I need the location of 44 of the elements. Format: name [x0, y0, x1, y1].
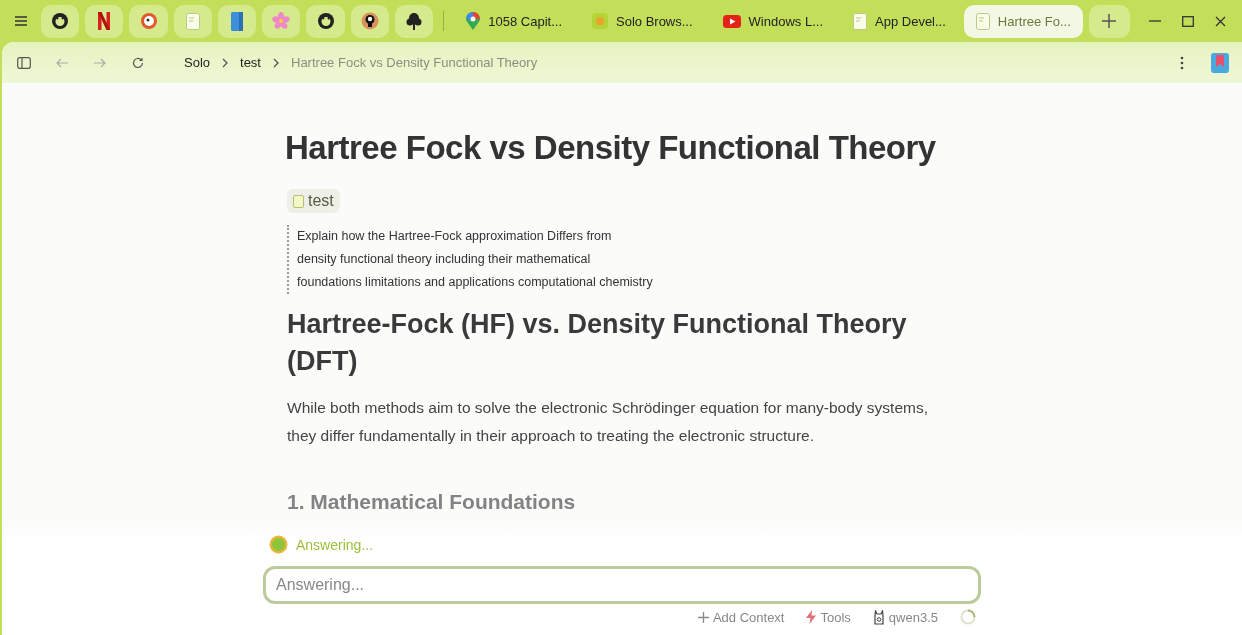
map-pin-icon [466, 12, 481, 30]
lightning-icon [806, 610, 817, 624]
chevron-icon [271, 57, 281, 68]
browser-tab[interactable]: Hartree Fo... [963, 4, 1083, 38]
breadcrumb-link[interactable]: test [240, 55, 261, 70]
status-text: Answering... [296, 536, 374, 553]
pinned-tab[interactable] [395, 4, 434, 38]
play-icon [722, 14, 741, 28]
body-text: they differ fundamentally in their approach to treating the electronic structure. [287, 426, 815, 446]
new-tab-button[interactable] [1088, 4, 1130, 38]
composer-action[interactable]: Add Context [697, 609, 785, 625]
message-input[interactable]: Answering... [263, 566, 981, 604]
note-icon [975, 12, 990, 30]
prompt-text: foundations limitations and applications computational chemistry [297, 274, 654, 291]
book-icon [231, 11, 244, 31]
browser-tab[interactable]: App Devel... [841, 4, 958, 38]
browser-tab[interactable]: 1058 Capit... [454, 4, 574, 38]
page-title: Hartree Fock vs Density Functional Theory [285, 129, 937, 167]
note-icon [185, 12, 200, 30]
plus-icon [697, 611, 709, 623]
composer-action[interactable]: qwen3.5 [872, 609, 938, 625]
prompt-text: Explain how the Hartree-Fock approximation Differs from [297, 228, 613, 245]
section-heading: Hartree-Fock (HF) vs. Density Functional Theory [287, 308, 908, 341]
avatar-icon [269, 535, 288, 554]
plus-icon [1102, 14, 1117, 28]
breadcrumb-link[interactable]: Solo [184, 55, 211, 70]
note-icon [293, 194, 304, 208]
tag-chip[interactable]: test [287, 189, 340, 213]
pinned-tab[interactable] [40, 4, 80, 38]
prompt-text: density functional theory including their mathematical [297, 251, 592, 268]
tag-label: test [308, 192, 334, 210]
browser-tab[interactable]: Windows L... [710, 4, 835, 38]
pinned-tab[interactable] [350, 4, 390, 38]
body-text: While both methods aim to solve the electronic Schrödinger equation for many-body systems, [287, 398, 929, 418]
note-icon [853, 12, 867, 30]
pinned-tab[interactable] [306, 4, 345, 38]
tree-icon [406, 12, 423, 30]
composer-action[interactable]: Tools [806, 609, 851, 625]
browser-tab[interactable]: Solo Brows... [580, 4, 705, 38]
flower-icon [272, 12, 291, 30]
app-logo-icon [592, 13, 608, 29]
section-heading: (DFT) [287, 345, 359, 378]
subsection-heading: 1. Mathematical Foundations [287, 490, 577, 514]
loading-spinner-icon [960, 609, 976, 625]
